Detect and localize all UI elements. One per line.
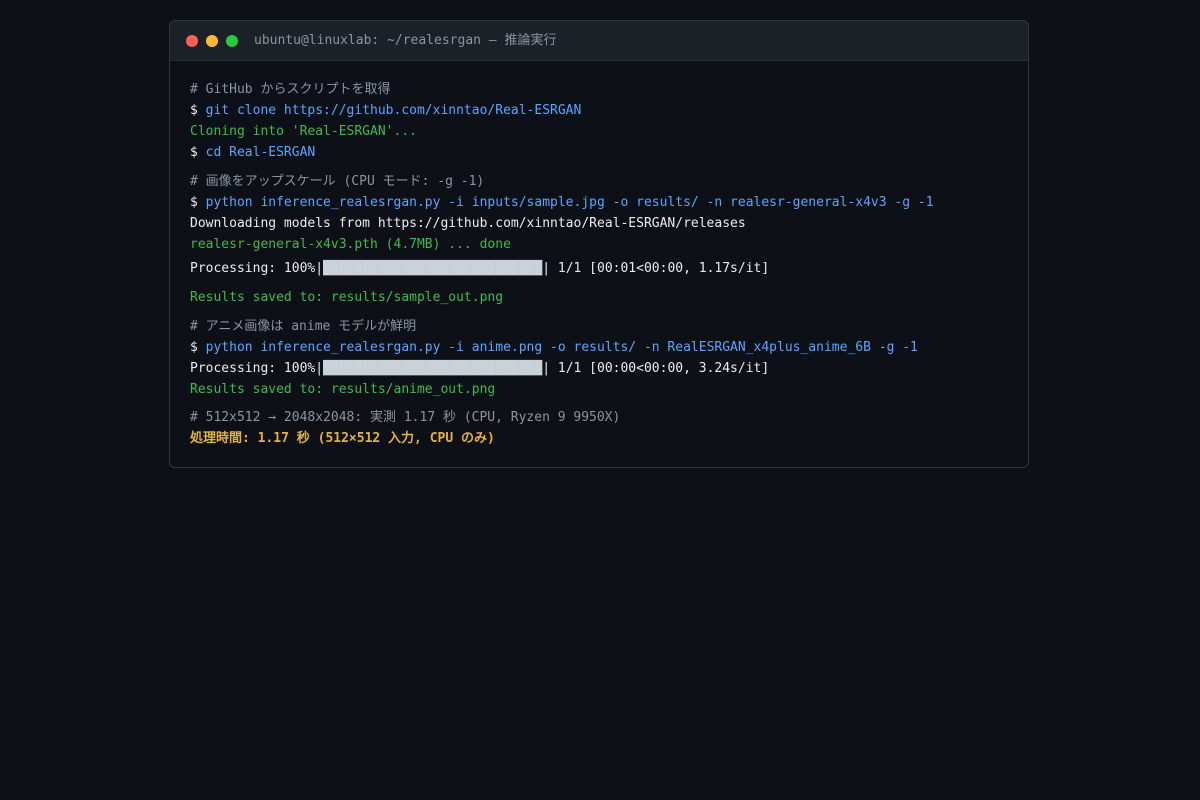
- close-button[interactable]: [186, 35, 198, 47]
- progress-label: Processing: 100%|: [190, 361, 324, 376]
- terminal-window: ubuntu@linuxlab: ~/realesrgan — 推論実行 # G…: [169, 20, 1029, 468]
- prompt-symbol: $: [190, 145, 206, 160]
- comment-line: # アニメ画像は anime モデルが鮮明: [190, 319, 417, 334]
- output-line: Results saved to: results/anime_out.png: [190, 382, 496, 397]
- output-line: realesr-general-x4v3.pth (4.7MB) ... don…: [190, 237, 511, 252]
- output-line: Cloning into 'Real-ESRGAN'...: [190, 124, 417, 139]
- title-bar: ubuntu@linuxlab: ~/realesrgan — 推論実行: [170, 21, 1028, 61]
- progress-line: Processing: 100%|███████████████████████…: [190, 358, 769, 379]
- minimize-button[interactable]: [206, 35, 218, 47]
- terminal-output[interactable]: # GitHub からスクリプトを取得 $ git clone https://…: [190, 79, 1008, 467]
- command-line: $ python inference_realesrgan.py -i inpu…: [190, 192, 934, 213]
- progress-line: Processing: 100%|███████████████████████…: [190, 258, 769, 279]
- command-line: $ python inference_realesrgan.py -i anim…: [190, 337, 918, 358]
- command-text: python inference_realesrgan.py -i inputs…: [205, 195, 934, 210]
- progress-bar: ████████████████████████████: [323, 361, 543, 376]
- comment-line: # GitHub からスクリプトを取得: [190, 82, 391, 97]
- progress-stats: | 1/1 [00:00<00:00, 3.24s/it]: [542, 361, 770, 376]
- prompt-symbol: $: [190, 103, 206, 118]
- output-line: Results saved to: results/sample_out.png: [190, 290, 504, 305]
- prompt-symbol: $: [190, 340, 206, 355]
- command-line: $ cd Real-ESRGAN: [190, 142, 315, 163]
- progress-label: Processing: 100%|: [190, 261, 324, 276]
- maximize-button[interactable]: [226, 35, 238, 47]
- comment-line: # 512x512 → 2048x2048: 実測 1.17 秒 (CPU, R…: [190, 410, 621, 425]
- command-text: python inference_realesrgan.py -i anime.…: [205, 340, 918, 355]
- command-text: cd Real-ESRGAN: [205, 145, 316, 160]
- output-line: Downloading models from https://github.c…: [190, 216, 746, 231]
- comment-line: # 画像をアップスケール (CPU モード: -g -1): [190, 174, 485, 189]
- command-text: git clone https://github.com/xinntao/Rea…: [205, 103, 582, 118]
- command-line: $ git clone https://github.com/xinntao/R…: [190, 100, 581, 121]
- progress-stats: | 1/1 [00:01<00:00, 1.17s/it]: [542, 261, 770, 276]
- summary-line: 処理時間: 1.17 秒 (512×512 入力, CPU のみ): [190, 431, 495, 446]
- prompt-symbol: $: [190, 195, 206, 210]
- progress-bar: ████████████████████████████: [323, 261, 543, 276]
- window-title: ubuntu@linuxlab: ~/realesrgan — 推論実行: [254, 33, 557, 48]
